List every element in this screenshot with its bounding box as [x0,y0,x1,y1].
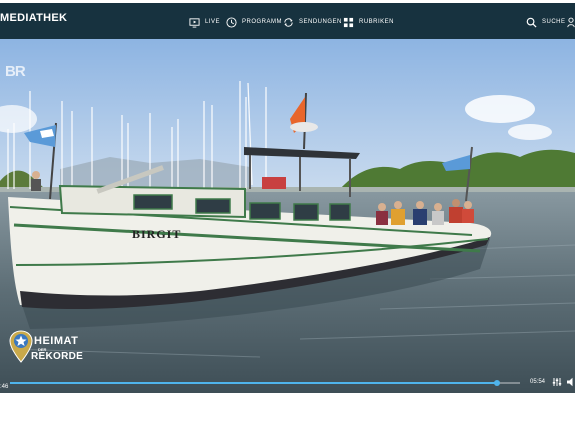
boat-name-text: BIRGIT [132,227,182,241]
nav-rubriken[interactable]: RUBRIKEN [343,15,394,29]
settings-sliders-icon[interactable] [552,377,562,387]
nav-live[interactable]: LIVE [189,15,220,29]
show-logo-subtitle: REKORDE [31,351,84,362]
volume-icon[interactable] [567,377,575,387]
nav-search-label: SUCHE [542,19,566,25]
nav-sendungen[interactable]: SENDUNGEN [283,15,342,29]
clock-icon [226,16,237,28]
progress-scrubber[interactable] [494,380,501,386]
total-duration: 05:54 [530,379,546,385]
nav-programm[interactable]: PROGRAMM [226,15,282,29]
heimat-der-rekorde-logo [9,330,33,363]
nav-live-label: LIVE [205,19,221,25]
mediathek-brand[interactable]: MEDIATHEK [0,12,67,24]
nav-search[interactable]: SUCHE [526,15,566,29]
current-time: :46 [0,384,9,390]
user-icon [567,17,575,27]
sendungen-icon [284,17,293,27]
nav-user[interactable] [567,15,575,29]
nav-rubriken-label: RUBRIKEN [359,19,395,25]
mediathek-page: MEDIATHEK LIVE PROGRAMM SENDUNGEN RUBRIK… [0,0,575,432]
progress-bar[interactable] [10,380,520,386]
nav-programm-label: PROGRAMM [242,19,282,25]
top-navigation-bar: MEDIATHEK LIVE PROGRAMM SENDUNGEN RUBRIK… [0,3,575,39]
br-channel-logo: BR [5,63,26,80]
grid-icon [343,17,354,27]
nav-sendungen-label: SENDUNGEN [299,19,342,25]
show-logo-title: HEIMAT [34,335,79,347]
search-icon [526,17,537,28]
progress-fill [10,382,498,384]
live-tv-icon [189,17,200,28]
